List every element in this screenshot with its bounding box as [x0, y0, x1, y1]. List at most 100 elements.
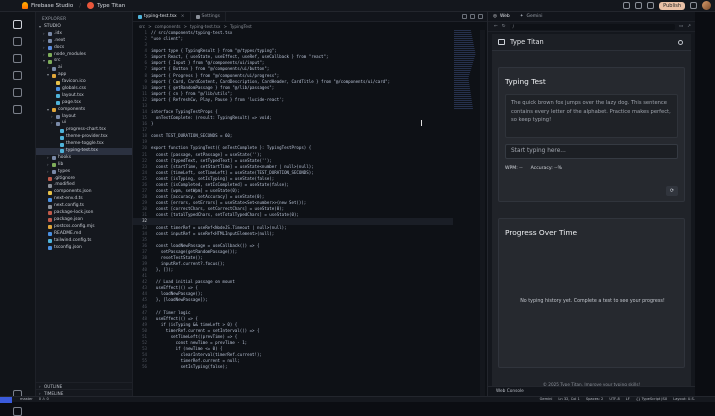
tree-folder[interactable]: › node_modules [36, 52, 132, 59]
reset-button[interactable]: ⟳ [666, 186, 678, 196]
folder-icon [52, 156, 56, 161]
code-text: }, [loadNewPassage]); [151, 297, 208, 303]
project-name[interactable]: Type Titan [97, 3, 125, 9]
remote-indicator[interactable] [0, 397, 12, 403]
theme-toggle-icon[interactable] [678, 40, 683, 45]
tree-file[interactable]: package.json [36, 217, 132, 224]
open-external-icon[interactable]: ↗ [687, 24, 691, 29]
share-icon[interactable] [635, 2, 643, 9]
outline-section[interactable]: › OUTLINE [36, 382, 133, 389]
tree-file[interactable]: globals.css [36, 86, 132, 93]
tree-label: theme-toggle.tsx [66, 141, 104, 147]
progress-heading: Progress Over Time [505, 228, 578, 237]
manage-gear-icon[interactable] [13, 407, 22, 416]
branch-status[interactable]: master [20, 397, 33, 401]
url-input[interactable]: / [509, 23, 675, 30]
tree-file[interactable]: .gitignore [36, 176, 132, 183]
tree-file[interactable]: next-env.d.ts [36, 196, 132, 203]
search-icon[interactable] [13, 37, 22, 46]
problems-status[interactable]: 0 ⚠ 0 [39, 397, 49, 401]
web-console-bar[interactable]: Web Console [488, 386, 696, 396]
tab-settings[interactable]: Settings [191, 12, 226, 21]
source-control-icon[interactable] [13, 54, 22, 63]
folder-icon [48, 59, 52, 64]
tree-file[interactable]: typing-test.tsx [36, 148, 132, 155]
file-icon [56, 87, 60, 92]
tree-folder[interactable]: › ai [36, 65, 132, 72]
indentation-status[interactable]: Spaces: 2 [586, 397, 603, 401]
tree-file[interactable]: tailwind.config.ts [36, 238, 132, 245]
tree-file[interactable]: next.config.ts [36, 203, 132, 210]
tree-label: .idx [54, 30, 63, 36]
tree-folder[interactable]: ▾ components [36, 107, 132, 114]
settings-icon[interactable] [647, 2, 655, 9]
keyboard-layout-status[interactable]: Layout: U.S. [673, 397, 695, 401]
firebase-activity-icon[interactable] [13, 105, 22, 114]
tab-gemini[interactable]: ✦ Gemini [515, 12, 548, 21]
file-tree: ▾ STUDIO › .idx › .next › docs › node_modules ▾ s… [36, 24, 132, 251]
tree-folder[interactable]: ▾ src [36, 58, 132, 65]
extensions-icon[interactable] [13, 88, 22, 97]
run-debug-icon[interactable] [13, 71, 22, 80]
preview-panel: ◎ Web ✦ Gemini ← ↻ / ▭ ↗ Type Titan Typi… [487, 12, 696, 396]
tree-label: package-lock.json [54, 210, 94, 216]
workspace-root[interactable]: ▾ STUDIO [36, 24, 132, 31]
avatar[interactable] [702, 1, 711, 10]
tree-folder[interactable]: › layout [36, 114, 132, 121]
tree-file[interactable]: layout.tsx [36, 93, 132, 100]
eol-status[interactable]: LF [626, 397, 630, 401]
tab-label: typing-test.tsx [144, 14, 177, 19]
back-icon[interactable]: ← [494, 24, 498, 29]
minimap[interactable] [454, 30, 476, 110]
language-status[interactable]: {} TypeScript JSX [636, 397, 667, 401]
explorer-icon[interactable] [13, 20, 22, 29]
tree-folder[interactable]: › lib [36, 162, 132, 169]
breadcrumb-item[interactable]: TypingTest [230, 24, 252, 29]
tree-folder[interactable]: › .next [36, 38, 132, 45]
sparkle-icon: ✦ [519, 14, 524, 19]
project-icon [87, 2, 95, 9]
tree-label: .next [54, 37, 66, 43]
typing-input[interactable]: Start typing here... [505, 144, 678, 159]
layout-icon[interactable] [690, 2, 697, 9]
more-icon[interactable] [478, 14, 483, 19]
file-icon [60, 128, 64, 133]
encoding-status[interactable]: UTF-8 [609, 397, 619, 401]
cursor-position[interactable]: Ln 32, Col 1 [558, 397, 579, 401]
file-icon [48, 204, 52, 209]
code-line[interactable]: 56 setIsTyping(false); [133, 364, 453, 370]
publish-button[interactable]: Publish [659, 1, 685, 10]
tab-web[interactable]: ◎ Web [488, 12, 515, 21]
devices-icon[interactable]: ▭ [679, 24, 683, 29]
tree-folder[interactable]: › hooks [36, 155, 132, 162]
breadcrumb-item[interactable]: components [155, 24, 181, 29]
tree-file[interactable]: postcss.config.mjs [36, 224, 132, 231]
tree-file[interactable]: README.md [36, 231, 132, 238]
run-icon[interactable] [462, 14, 467, 19]
tree-file[interactable]: package-lock.json [36, 210, 132, 217]
tsx-file-icon [138, 14, 142, 19]
timeline-section[interactable]: › TIMELINE [36, 389, 133, 396]
breadcrumb-item[interactable]: src [139, 24, 145, 29]
code-text: const TEST_DURATION_SECONDS = 60; [151, 133, 233, 139]
file-icon [48, 225, 52, 230]
line-number: 56 [142, 364, 147, 370]
tree-folder[interactable]: › types [36, 169, 132, 176]
folder-icon [52, 163, 56, 168]
tree-folder[interactable]: › .idx [36, 31, 132, 38]
tree-file[interactable]: favicon.ico [36, 79, 132, 86]
tree-folder[interactable]: › docs [36, 45, 132, 52]
tree-file[interactable]: tsconfig.json [36, 245, 132, 252]
tab-typing-test[interactable]: typing-test.tsx × [133, 12, 191, 21]
close-icon[interactable]: × [181, 14, 185, 19]
tree-file[interactable]: components.json [36, 189, 132, 196]
tree-file[interactable]: page.tsx [36, 100, 132, 107]
gemini-status[interactable]: Gemini [540, 397, 553, 401]
code-editor[interactable]: 1// src/components/typing-test.tsx 2 "use … [133, 30, 453, 396]
tree-file[interactable]: theme-toggle.tsx [36, 141, 132, 148]
split-editor-icon[interactable] [470, 14, 475, 19]
help-icon[interactable] [623, 2, 631, 9]
breadcrumb-item[interactable]: typing-test.tsx [190, 24, 220, 29]
reload-icon[interactable]: ↻ [502, 24, 506, 29]
editor-scrollbar[interactable] [480, 30, 485, 396]
